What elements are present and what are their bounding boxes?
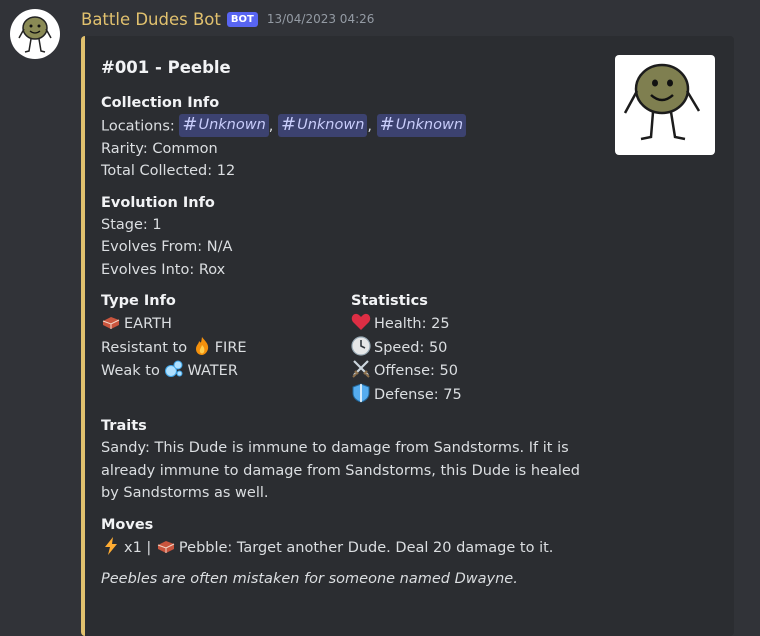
defense-line: Defense: 75	[351, 383, 601, 407]
lightning-icon	[105, 536, 117, 555]
statistics-heading: Statistics	[351, 293, 428, 310]
moves-field: Moves x1 | Pebble: Target another Dude. …	[101, 514, 621, 560]
channel-mention-1[interactable]: # Unknown	[179, 114, 269, 137]
moves-heading: Moves	[101, 516, 154, 533]
resistant-value: FIRE	[214, 339, 247, 356]
statistics-field: Statistics Health: 25 Speed: 50 Offense:…	[351, 290, 601, 406]
defense-value: Defense: 75	[374, 386, 462, 403]
shield-icon	[352, 383, 370, 403]
offense-value: Offense: 50	[374, 363, 458, 380]
evolves-from-line: Evolves From: N/A	[101, 239, 233, 256]
type-heading: Type Info	[101, 293, 176, 310]
collection-heading: Collection Info	[101, 95, 220, 111]
dude-embed: #001 - Peeble Collection Info Locations:…	[81, 36, 734, 636]
offense-line: Offense: 50	[351, 359, 601, 383]
locations-label: Locations:	[101, 118, 180, 135]
clock-icon	[351, 336, 371, 356]
type-value: EARTH	[124, 316, 172, 333]
channel-hash-icon: #	[379, 114, 395, 136]
crossed-swords-icon	[352, 360, 370, 378]
brick-icon	[102, 317, 120, 330]
channel-mention-3[interactable]: # Unknown	[376, 114, 467, 137]
channel-name: Unknown	[297, 117, 365, 133]
collection-field: Collection Info Locations: # Unknown, # Un…	[101, 92, 621, 183]
traits-heading: Traits	[101, 418, 147, 435]
traits-text: Sandy: This Dude is immune to damage fro…	[101, 440, 580, 502]
locations-line: Locations: # Unknown, # Unknown, # Unknown	[101, 114, 621, 138]
flavor-text: Peebles are often mistaken for someone n…	[101, 571, 518, 588]
channel-name: Unknown	[395, 117, 464, 133]
rarity-line: Rarity: Common	[101, 140, 218, 157]
evolves-into-line: Evolves Into: Rox	[101, 261, 226, 278]
move-cost: x1 |	[124, 539, 156, 556]
bot-avatar[interactable]	[10, 9, 60, 59]
move-text: Pebble: Target another Dude. Deal 20 dam…	[178, 539, 554, 556]
resistant-label: Resistant to	[101, 339, 192, 356]
message-timestamp[interactable]: 13/04/2023 04:26	[267, 12, 375, 26]
evolution-heading: Evolution Info	[101, 194, 215, 211]
stage-line: Stage: 1	[101, 216, 162, 233]
weak-line: Weak to WATER	[101, 359, 351, 383]
resistant-line: Resistant to FIRE	[101, 336, 351, 360]
embed-title: #001 - Peeble	[101, 58, 231, 77]
heart-icon	[351, 314, 371, 331]
total-collected-line: Total Collected: 12	[101, 163, 236, 180]
type-field: Type Info EARTH Resistant to FIRE Weak t…	[101, 290, 351, 406]
health-value: Health: 25	[374, 316, 450, 333]
evolution-field: Evolution Info Stage: 1 Evolves From: N/…	[101, 192, 621, 282]
embed-content: #001 - Peeble Collection Info Locations:…	[101, 56, 621, 591]
brick-icon	[157, 540, 175, 553]
health-line: Health: 25	[351, 312, 601, 336]
message-header: Battle Dudes Bot BOT 13/04/2023 04:26	[81, 7, 374, 31]
channel-hash-icon: #	[281, 114, 297, 136]
fire-icon	[195, 336, 208, 355]
weak-value: WATER	[187, 363, 238, 380]
bubbles-icon	[165, 360, 183, 378]
weak-label: Weak to	[101, 363, 165, 380]
type-line: EARTH	[101, 312, 351, 336]
channel-name: Unknown	[198, 117, 266, 133]
traits-field: Traits Sandy: This Dude is immune to dam…	[101, 415, 621, 505]
bot-username[interactable]: Battle Dudes Bot	[81, 10, 221, 29]
type-stats-row: Type Info EARTH Resistant to FIRE Weak t…	[101, 290, 621, 406]
channel-hash-icon: #	[182, 114, 198, 136]
bot-tag: BOT	[226, 11, 258, 27]
speed-line: Speed: 50	[351, 336, 601, 360]
dude-thumbnail[interactable]	[615, 55, 715, 155]
move-line: x1 | Pebble: Target another Dude. Deal 2…	[101, 536, 621, 560]
speed-value: Speed: 50	[374, 339, 448, 356]
channel-mention-2[interactable]: # Unknown	[278, 114, 368, 137]
